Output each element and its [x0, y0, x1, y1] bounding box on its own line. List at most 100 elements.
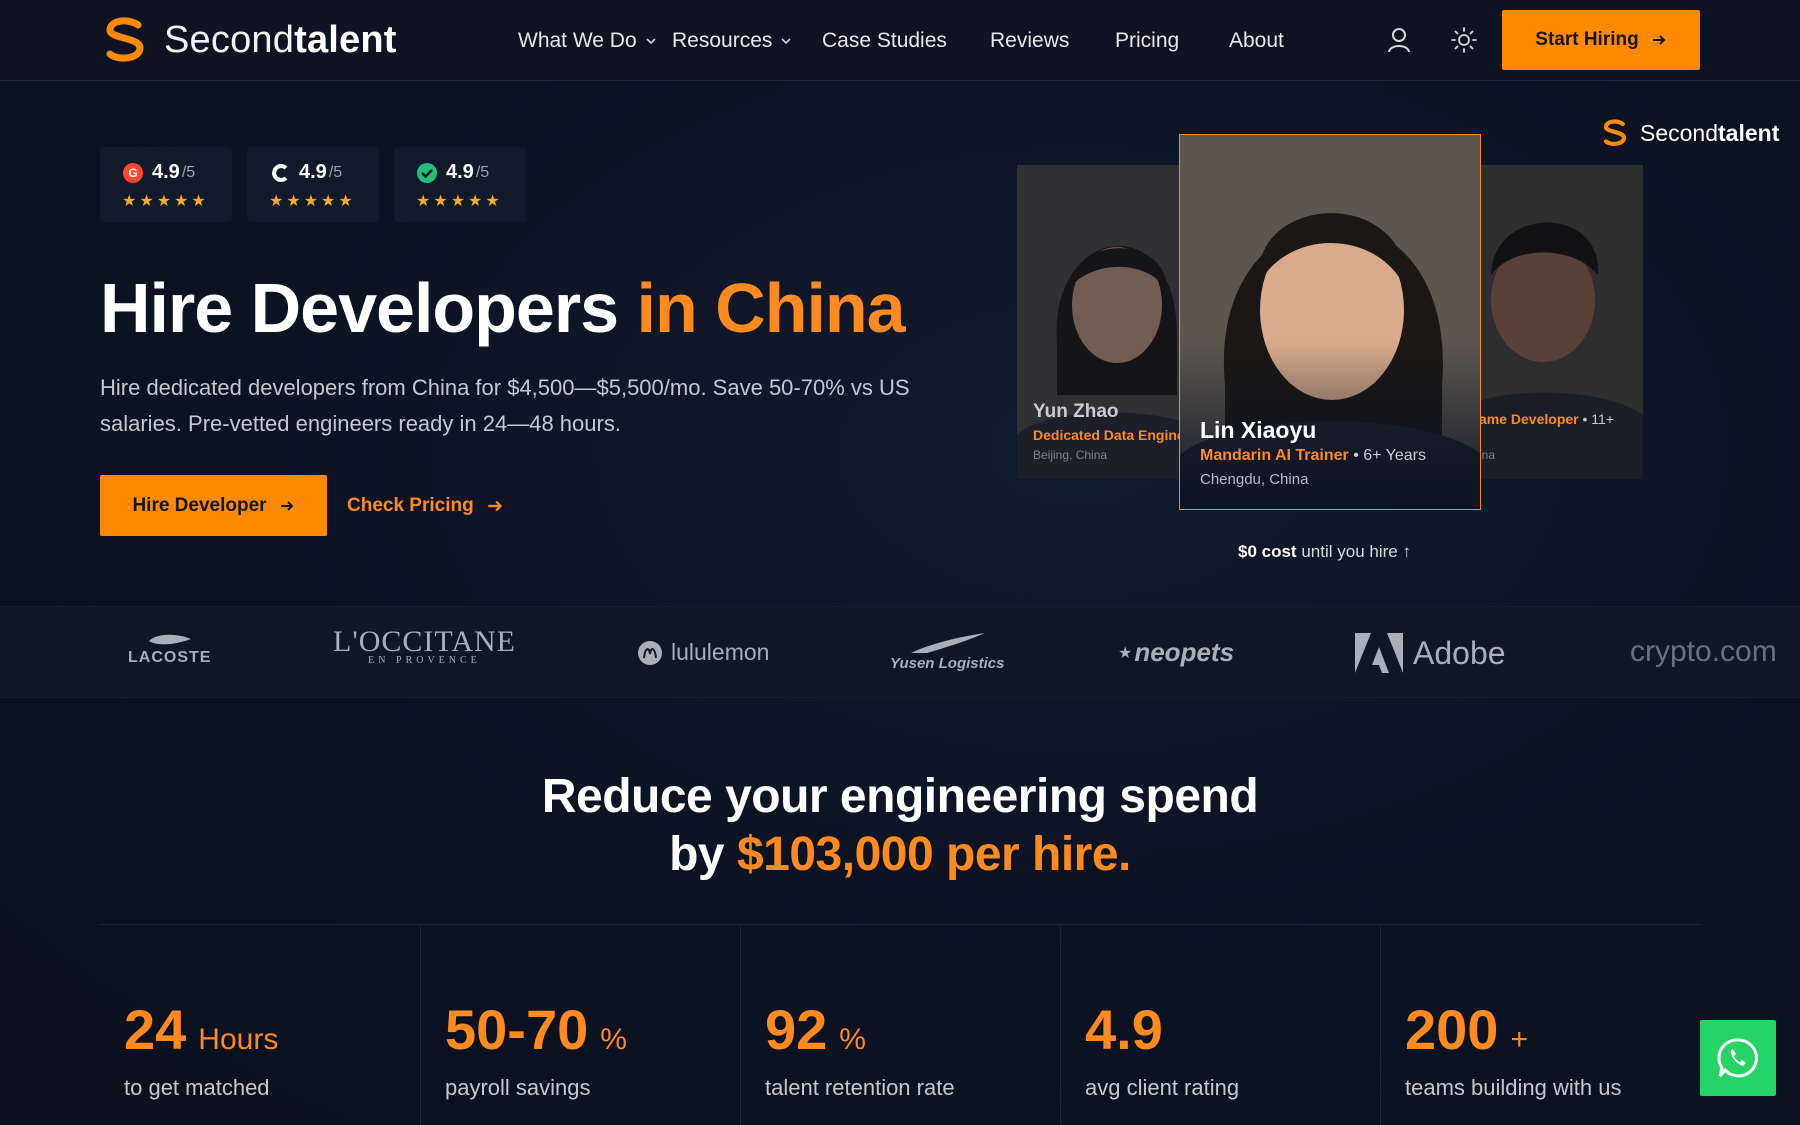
arrow-right-icon	[280, 500, 293, 511]
whatsapp-chat-button[interactable]	[1700, 1020, 1776, 1096]
profile-role-text: ame Developer	[1479, 411, 1579, 427]
nav-item-reviews[interactable]: Reviews	[990, 26, 1069, 56]
profile-years: • 11+	[1578, 411, 1614, 427]
profile-name: Lin Xiaoyu	[1200, 417, 1317, 443]
stat-value: 4.9	[1085, 997, 1175, 1062]
client-logo-adobe: Adobe	[1355, 633, 1506, 673]
rating-out-of: /5	[475, 163, 490, 181]
brand-watermark: Second talent	[1600, 118, 1779, 148]
sun-theme-toggle-icon[interactable]	[1449, 25, 1479, 55]
client-name: Yusen Logistics	[890, 655, 1005, 672]
stat-label: teams building with us	[1405, 1075, 1622, 1100]
brand-s-mark-icon	[1603, 119, 1627, 146]
rating-card-trusted[interactable]: 4.9 /5 ★★★★★	[394, 147, 526, 222]
cost-note-rest: until you hire ↑	[1301, 542, 1411, 561]
hero-title: Hire Developers in China	[100, 268, 906, 348]
stat-number: 24	[124, 998, 187, 1061]
hire-developer-button[interactable]: Hire Developer	[100, 475, 327, 536]
stat-value: 200 +	[1405, 997, 1528, 1062]
profile-card-right[interactable]: ame Developer • 11+ ina	[1453, 165, 1643, 479]
profile-location: Chengdu, China	[1200, 471, 1309, 488]
client-name: Adobe	[1413, 634, 1506, 671]
card-dim-overlay	[1453, 165, 1643, 479]
cost-note: $0 cost until you hire ↑	[1238, 542, 1411, 562]
client-name: LACOSTE	[128, 649, 212, 666]
stat-value: 24 Hours	[124, 997, 278, 1062]
stat-label: payroll savings	[445, 1075, 591, 1100]
profile-name: Yun Zhao	[1033, 401, 1119, 422]
brand-s-mark-icon	[106, 17, 144, 62]
brand-wordmark: Secondtalent	[164, 19, 397, 62]
whatsapp-icon	[1717, 1038, 1758, 1078]
stat-value: 92%	[765, 997, 866, 1062]
stat-value: 50-70%	[445, 997, 627, 1062]
savings-line-2-white: by	[669, 828, 725, 881]
rating-top: G 4.9 /5	[122, 161, 195, 184]
stat-label: to get matched	[124, 1075, 270, 1100]
stat-matching-time: 24 Hours to get matched	[100, 925, 420, 1125]
brand-name-bold: talent	[294, 18, 397, 61]
top-navigation: Secondtalent What We Do Resources Case S…	[0, 0, 1800, 81]
profile-location: Beijing, China	[1033, 448, 1108, 462]
savings-headline: Reduce your engineering spend by $103,00…	[0, 768, 1800, 884]
nav-label: What We Do	[518, 29, 637, 52]
client-logo-neopets: ★ neopets	[1118, 637, 1234, 668]
stat-label: avg client rating	[1085, 1075, 1240, 1100]
savings-amount: $103,000 per hire.	[736, 828, 1131, 881]
start-hiring-label: Start Hiring	[1535, 29, 1639, 50]
wing-icon	[911, 633, 986, 653]
profile-years: • 6+ Years	[1348, 447, 1426, 464]
client-logo-crypto: crypto.com	[1630, 635, 1777, 669]
user-account-icon[interactable]	[1384, 25, 1414, 55]
lululemon-mark-icon	[638, 640, 662, 665]
start-hiring-button[interactable]: Start Hiring	[1502, 10, 1700, 70]
brand-name-light: Second	[164, 18, 295, 61]
stat-retention-rate: 92% talent retention rate	[740, 925, 1060, 1125]
star-icon: ★	[1118, 644, 1133, 662]
hire-developer-label: Hire Developer	[132, 494, 267, 516]
nav-item-resources[interactable]: Resources	[672, 26, 792, 56]
check-circle-icon	[417, 162, 437, 183]
client-logo-loccitane: L'OCCITANE EN PROVENCE	[333, 625, 516, 666]
check-pricing-label: Check Pricing	[347, 495, 474, 516]
stats-row: 24 Hours to get matched 50-70% payroll sa…	[100, 924, 1700, 1125]
profile-role-text: Mandarin AI Trainer	[1200, 447, 1349, 464]
chevron-down-icon	[781, 38, 791, 45]
g2-logo-icon: G	[123, 162, 143, 183]
capterra-logo-icon	[272, 163, 288, 182]
stat-unit: Hours	[198, 1023, 279, 1056]
rating-card-capterra[interactable]: 4.9 /5 ★★★★★	[247, 147, 379, 222]
watermark-light: Second	[1640, 119, 1719, 146]
stat-number: 92	[765, 998, 828, 1061]
profile-card-featured[interactable]: Lin Xiaoyu Mandarin AI Trainer • 6+ Year…	[1179, 134, 1481, 510]
stat-number: 4.9	[1085, 998, 1163, 1061]
nav-item-case-studies[interactable]: Case Studies	[822, 26, 947, 56]
rating-card-g2[interactable]: G 4.9 /5 ★★★★★	[100, 147, 232, 222]
rating-stars: ★★★★★	[269, 193, 356, 210]
client-name: lululemon	[671, 639, 770, 665]
savings-line-2: by $103,000 per hire.	[0, 826, 1800, 884]
client-logo-yusen: Yusen Logistics	[890, 631, 1004, 672]
check-pricing-link[interactable]: Check Pricing	[347, 490, 504, 522]
rating-top: 4.9 /5	[269, 161, 342, 184]
brand-logo[interactable]: Secondtalent	[100, 14, 397, 66]
nav-item-pricing[interactable]: Pricing	[1115, 26, 1179, 56]
nav-item-about[interactable]: About	[1229, 26, 1284, 56]
crocodile-icon	[148, 634, 191, 645]
client-logo-strip: LACOSTE L'OCCITANE EN PROVENCE lululemon…	[0, 606, 1800, 698]
rating-out-of: /5	[181, 163, 196, 181]
client-subname: EN PROVENCE	[368, 655, 481, 666]
client-logo-lululemon: lululemon	[637, 639, 769, 666]
profile-role: Mandarin AI Trainer • 6+ Years	[1200, 447, 1426, 465]
stat-payroll-savings: 50-70% payroll savings	[420, 925, 740, 1125]
client-name: crypto.com	[1630, 635, 1777, 668]
stat-unit: +	[1510, 1023, 1528, 1056]
rating-stars: ★★★★★	[122, 193, 209, 210]
cost-note-bold: $0 cost	[1238, 542, 1297, 561]
rating-score: 4.9	[152, 161, 180, 183]
nav-item-what-we-do[interactable]: What We Do	[518, 26, 657, 56]
hero-title-orange: in China	[636, 269, 906, 347]
svg-text:G: G	[128, 166, 137, 180]
rating-score: 4.9	[299, 161, 327, 183]
arrow-right-icon	[1652, 35, 1666, 45]
